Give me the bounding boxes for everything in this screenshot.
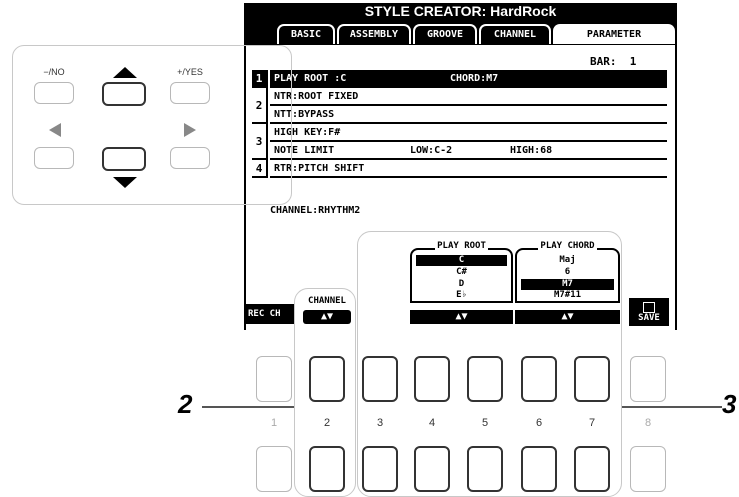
tab-assembly[interactable]: ASSEMBLY bbox=[337, 24, 411, 44]
parameter-list: 1 PLAY ROOT :C CHORD:M7 2 NTR:ROOT FIXED… bbox=[252, 70, 667, 182]
bar-label: BAR: bbox=[590, 55, 617, 68]
button-8-upper[interactable] bbox=[630, 356, 666, 402]
param-play-root-row[interactable]: PLAY ROOT :C CHORD:M7 bbox=[270, 70, 667, 88]
note-limit-high: HIGH:68 bbox=[510, 145, 553, 156]
rec-ch-softkey[interactable]: REC CH bbox=[245, 304, 295, 324]
button-8-lower[interactable] bbox=[630, 446, 666, 492]
tab-basic[interactable]: BASIC bbox=[277, 24, 335, 44]
param-high-key-row[interactable]: HIGH KEY:F# bbox=[270, 124, 667, 142]
channel-label: CHANNEL:RHYTHM2 bbox=[270, 205, 361, 216]
param-ntt-row[interactable]: NTT:BYPASS bbox=[270, 106, 667, 124]
callout-2: 2 bbox=[178, 389, 193, 419]
button-number: 6 bbox=[535, 417, 543, 429]
yes-label: +/YES bbox=[177, 67, 203, 77]
down-button[interactable] bbox=[102, 147, 146, 171]
button-7-upper[interactable] bbox=[574, 356, 610, 402]
button-number: 2 bbox=[323, 417, 331, 429]
tab-parameter[interactable]: PARAMETER bbox=[553, 24, 675, 44]
button-2-upper[interactable] bbox=[309, 356, 345, 402]
button-4-lower[interactable] bbox=[414, 446, 450, 492]
button-number: 5 bbox=[481, 417, 489, 429]
button-number: 7 bbox=[588, 417, 596, 429]
up-arrow-icon bbox=[113, 67, 137, 78]
up-button[interactable] bbox=[102, 82, 146, 106]
floppy-icon bbox=[643, 302, 655, 313]
callout-3: 3 bbox=[722, 389, 737, 419]
bar-indicator: BAR: 1 bbox=[590, 55, 636, 68]
button-number: 1 bbox=[270, 417, 278, 429]
param-note-limit-row[interactable]: NOTE LIMIT LOW:C-2 HIGH:68 bbox=[270, 142, 667, 160]
button-2-lower[interactable] bbox=[309, 446, 345, 492]
no-label: −/NO bbox=[43, 67, 65, 77]
button-number: 8 bbox=[644, 417, 652, 429]
tab-channel[interactable]: CHANNEL bbox=[479, 24, 551, 44]
button-number: 3 bbox=[376, 417, 384, 429]
save-softkey[interactable]: SAVE bbox=[629, 298, 669, 326]
left-button[interactable] bbox=[34, 147, 74, 169]
lcd-title: STYLE CREATOR: HardRock bbox=[244, 3, 677, 19]
right-arrow-icon bbox=[184, 123, 196, 137]
bar-value: 1 bbox=[629, 55, 637, 68]
note-limit-low: LOW:C-2 bbox=[410, 145, 453, 156]
right-button[interactable] bbox=[170, 147, 210, 169]
button-number: 4 bbox=[428, 417, 436, 429]
save-label: SAVE bbox=[638, 313, 660, 323]
button-5-upper[interactable] bbox=[467, 356, 503, 402]
button-7-lower[interactable] bbox=[574, 446, 610, 492]
left-arrow-icon bbox=[49, 123, 61, 137]
param-ntr-row[interactable]: NTR:ROOT FIXED bbox=[270, 88, 667, 106]
tab-row: BASIC ASSEMBLY GROOVE CHANNEL PARAMETER bbox=[244, 19, 677, 45]
chord-param: CHORD:M7 bbox=[450, 73, 499, 84]
tab-groove[interactable]: GROOVE bbox=[413, 24, 477, 44]
callout-2-leader bbox=[202, 406, 294, 408]
param-rtr-row[interactable]: RTR:PITCH SHIFT bbox=[270, 160, 667, 178]
button-3-lower[interactable] bbox=[362, 446, 398, 492]
button-5-lower[interactable] bbox=[467, 446, 503, 492]
callout-3-leader bbox=[622, 406, 722, 408]
yes-button[interactable] bbox=[170, 82, 210, 104]
button-4-upper[interactable] bbox=[414, 356, 450, 402]
button-1-lower[interactable] bbox=[256, 446, 292, 492]
button-6-upper[interactable] bbox=[521, 356, 557, 402]
down-arrow-icon bbox=[113, 177, 137, 188]
button-6-lower[interactable] bbox=[521, 446, 557, 492]
no-button[interactable] bbox=[34, 82, 74, 104]
button-1-upper[interactable] bbox=[256, 356, 292, 402]
button-3-upper[interactable] bbox=[362, 356, 398, 402]
